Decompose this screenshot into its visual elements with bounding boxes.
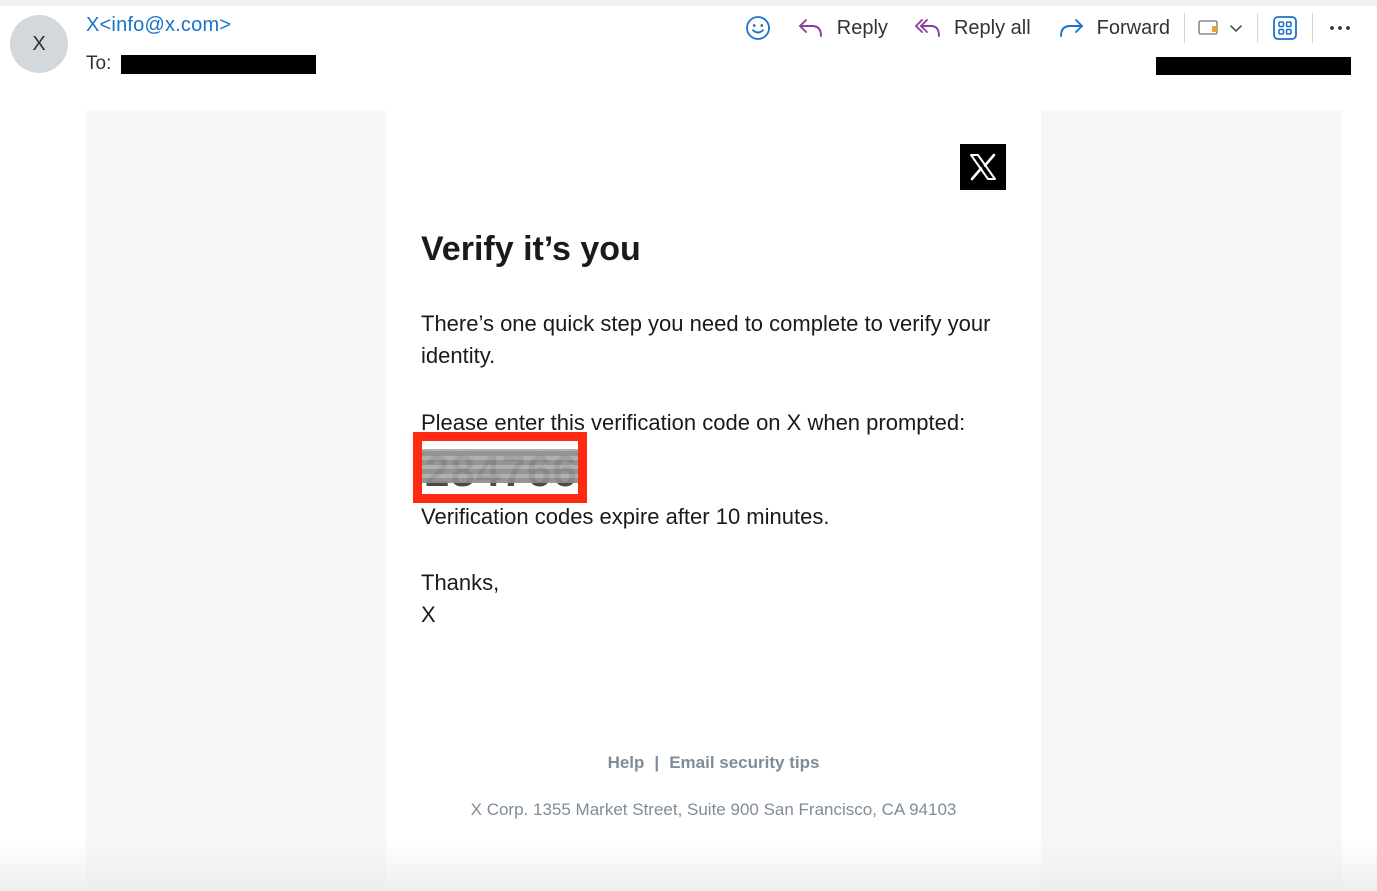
toolbar-divider: [1184, 13, 1185, 43]
reply-all-button[interactable]: Reply all: [914, 16, 1031, 40]
apps-icon: [1272, 15, 1298, 41]
security-tips-link[interactable]: Email security tips: [669, 753, 819, 772]
tag-dropdown[interactable]: [1197, 17, 1243, 39]
email-headline: Verify it’s you: [421, 230, 641, 268]
x-logo-mark: [970, 153, 996, 181]
top-strip: [0, 0, 1377, 6]
smiley-icon: [745, 15, 771, 41]
toolbar-divider: [1257, 13, 1258, 43]
reply-icon: [797, 16, 825, 40]
forward-icon: [1057, 16, 1085, 40]
apps-button[interactable]: [1272, 15, 1298, 41]
toolbar-divider: [1312, 13, 1313, 43]
footer-links: Help | Email security tips: [386, 753, 1041, 773]
forward-label: Forward: [1096, 16, 1170, 39]
reply-button[interactable]: Reply: [797, 16, 888, 40]
expiry-text: Verification codes expire after 10 minut…: [421, 504, 830, 529]
intro-text: There’s one quick step you need to compl…: [421, 311, 991, 368]
recipients-row: To:: [86, 53, 317, 75]
signoff-text: X: [421, 602, 436, 627]
thanks-text: Thanks,: [421, 570, 500, 595]
email-content-card: Verify it’s you There’s one quick step y…: [386, 110, 1041, 891]
more-icon: [1329, 24, 1351, 32]
forward-button[interactable]: Forward: [1057, 16, 1170, 40]
code-redaction: [422, 449, 578, 483]
verification-code-highlight: 284766: [413, 432, 587, 503]
avatar[interactable]: X: [10, 15, 68, 73]
more-actions-button[interactable]: [1329, 24, 1351, 32]
to-label: To:: [86, 53, 112, 74]
sender-address[interactable]: X<info@x.com>: [86, 14, 231, 37]
chevron-down-icon: [1229, 23, 1243, 33]
footer-address: X Corp. 1355 Market Street, Suite 900 Sa…: [470, 800, 957, 819]
reply-all-icon: [914, 16, 942, 40]
redacted-date: [1156, 57, 1351, 75]
redacted-recipient: [121, 54, 317, 74]
tag-icon: [1197, 17, 1221, 39]
avatar-initial: X: [32, 32, 46, 55]
x-logo: [960, 144, 1006, 190]
reply-label: Reply: [836, 16, 888, 39]
message-toolbar: Reply Reply all Forward: [719, 10, 1351, 46]
reply-all-label: Reply all: [953, 16, 1031, 39]
react-button[interactable]: [745, 15, 771, 41]
help-link[interactable]: Help: [608, 753, 645, 772]
email-reading-pane: X X<info@x.com> To: Reply Reply all Forw…: [0, 0, 1377, 891]
footer-separator: |: [654, 753, 660, 772]
